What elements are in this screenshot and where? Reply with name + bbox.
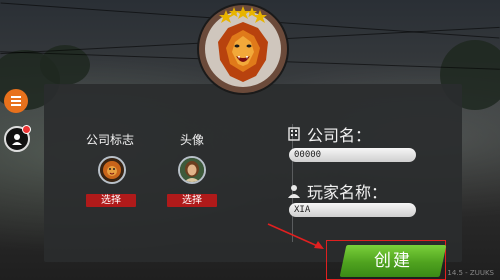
annotation-arrow-icon bbox=[267, 223, 324, 249]
version-label: 14.5 - ZUUKS bbox=[447, 269, 494, 277]
